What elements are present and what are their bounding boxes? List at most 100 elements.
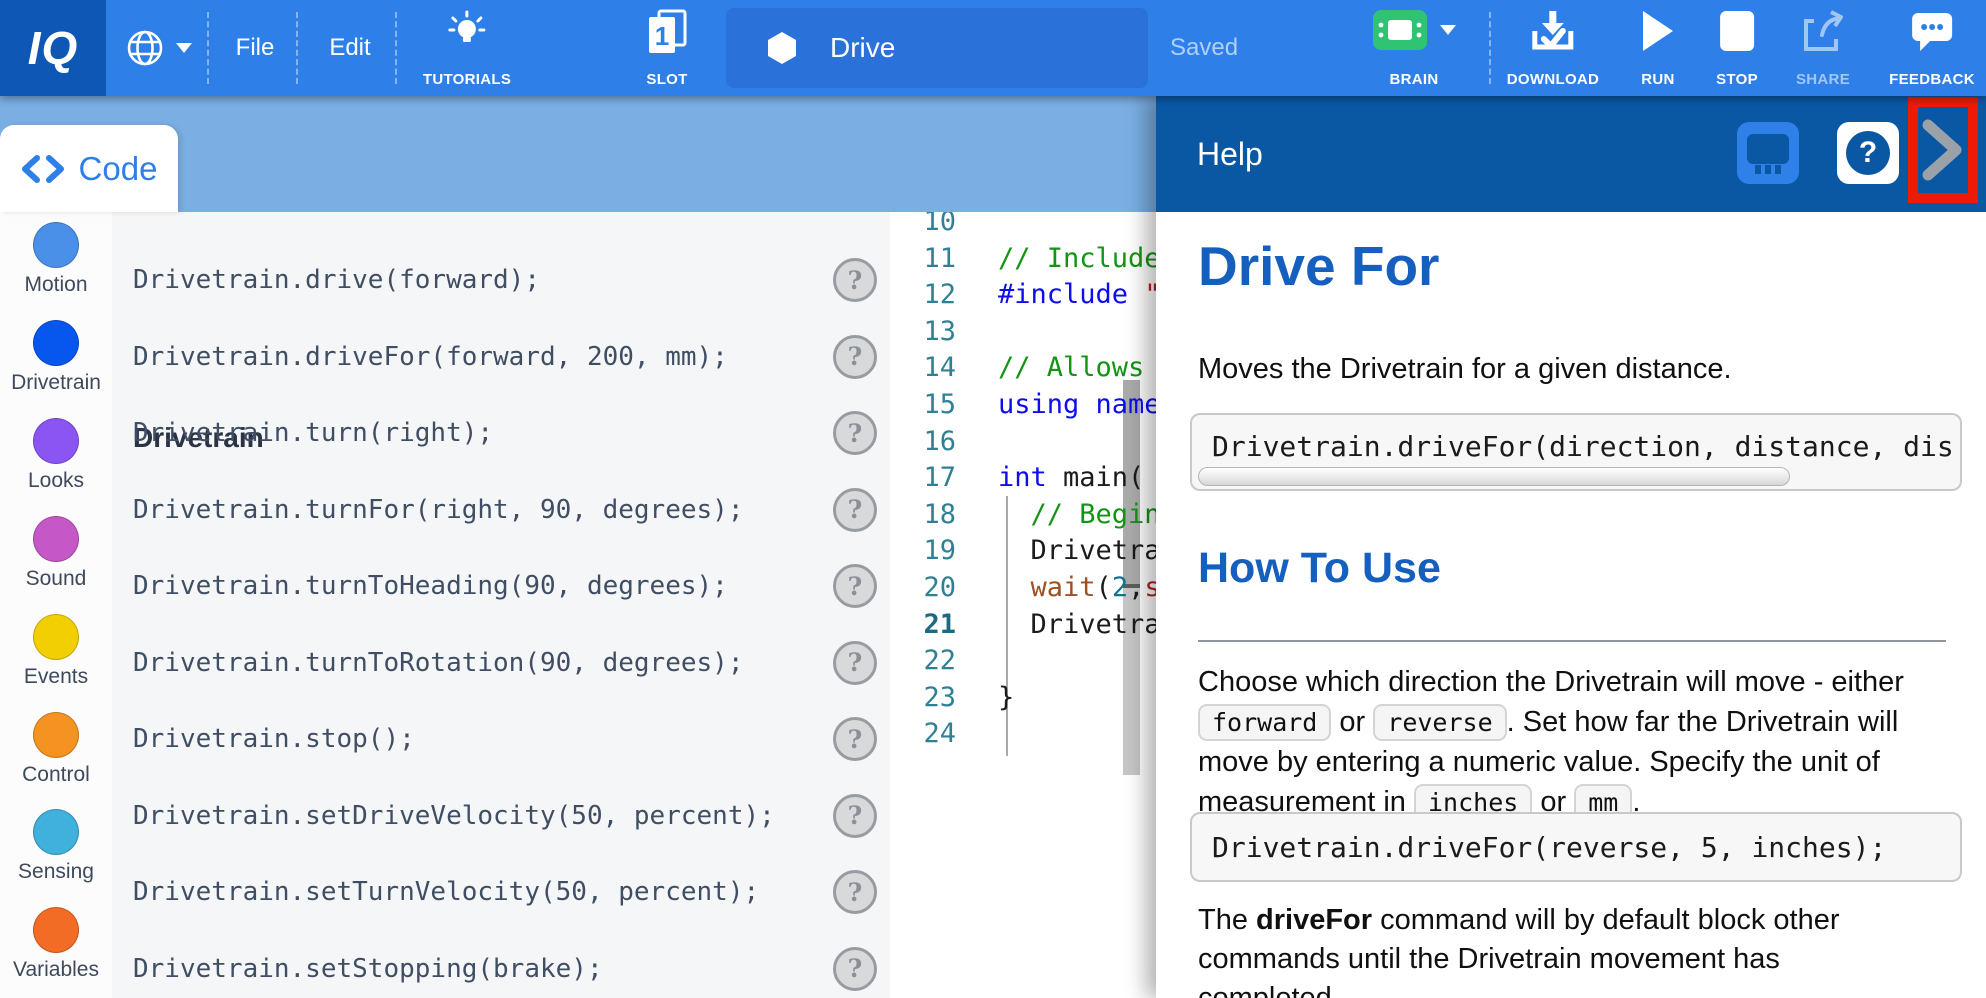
command-help-button[interactable]: ?	[833, 947, 877, 991]
chevron-down-icon	[176, 43, 192, 53]
slot-icon: 1	[645, 9, 689, 55]
help-title: Help	[1197, 96, 1263, 212]
download-icon	[1528, 9, 1578, 53]
toolbar-divider	[1489, 12, 1491, 84]
toolbar-divider	[395, 12, 397, 84]
line-code: int main(	[998, 462, 1144, 493]
collapse-panel-button[interactable]	[1922, 119, 1964, 181]
highlight-annotation	[1908, 97, 1978, 203]
code-brackets-icon	[21, 155, 65, 183]
category-color-dot	[33, 320, 79, 366]
editor-line: 23}	[890, 679, 1014, 716]
command-item[interactable]: Drivetrain.turn(right);	[133, 415, 493, 452]
line-code: wait(2,s	[998, 572, 1156, 603]
command-item[interactable]: Drivetrain.turnToRotation(90, degrees);	[133, 645, 743, 682]
command-help-button[interactable]: ?	[833, 794, 877, 838]
svg-text:1: 1	[655, 21, 669, 51]
file-menu[interactable]: File	[236, 0, 275, 96]
brain-button[interactable]: BRAIN	[1372, 0, 1456, 96]
line-number: 24	[890, 715, 956, 752]
feedback-icon	[1908, 9, 1956, 53]
line-code: Drivetra	[998, 609, 1156, 640]
command-item[interactable]: Drivetrain.setStopping(brake);	[133, 951, 603, 988]
run-button[interactable]: RUN	[1641, 0, 1675, 96]
command-help-button[interactable]: ?	[833, 488, 877, 532]
command-item[interactable]: Drivetrain.turnFor(right, 90, degrees);	[133, 492, 743, 529]
sidebar-item-motion[interactable]: Motion	[0, 222, 112, 297]
language-menu[interactable]	[124, 0, 192, 96]
sidebar-item-sensing[interactable]: Sensing	[0, 809, 112, 884]
globe-icon	[124, 27, 166, 69]
command-help-button[interactable]: ?	[833, 258, 877, 302]
edit-menu[interactable]: Edit	[329, 0, 370, 96]
sidebar-item-control[interactable]: Control	[0, 712, 112, 787]
editor-line: 21 Drivetra	[890, 606, 1156, 643]
line-number: 21	[890, 606, 956, 643]
category-label: Control	[0, 763, 112, 787]
editor-line: 12#include "	[890, 276, 1156, 313]
sidebar-item-events[interactable]: Events	[0, 614, 112, 689]
sidebar-item-looks[interactable]: Looks	[0, 418, 112, 493]
line-number: 23	[890, 679, 956, 716]
editor-line: 20 wait(2,s	[890, 569, 1156, 606]
line-code: }	[998, 682, 1014, 713]
line-number: 13	[890, 313, 956, 350]
sidebar-item-sound[interactable]: Sound	[0, 516, 112, 591]
slot-button[interactable]: 1 SLOT	[645, 0, 689, 96]
command-help-button[interactable]: ?	[833, 641, 877, 685]
line-number: 10	[890, 212, 956, 240]
sidebar-item-variables[interactable]: Variables	[0, 907, 112, 982]
feedback-button[interactable]: FEEDBACK	[1889, 0, 1975, 96]
horizontal-scrollbar-thumb[interactable]	[1198, 467, 1790, 486]
command-item[interactable]: Drivetrain.setDriveVelocity(50, percent)…	[133, 798, 775, 835]
command-list-panel: Drivetrain Drivetrain.drive(forward);?Dr…	[112, 212, 890, 998]
help-question-button[interactable]: ?	[1837, 122, 1899, 184]
command-item[interactable]: Drivetrain.drive(forward);	[133, 262, 540, 299]
share-button[interactable]: SHARE	[1796, 0, 1850, 96]
editor-line: 24	[890, 715, 998, 752]
help-content: Drive For Moves the Drivetrain for a giv…	[1156, 212, 1986, 998]
command-help-button[interactable]: ?	[833, 870, 877, 914]
lightbulb-icon	[444, 9, 490, 53]
line-number: 11	[890, 240, 956, 277]
brain-help-button[interactable]	[1737, 122, 1799, 184]
command-item[interactable]: Drivetrain.turnToHeading(90, degrees);	[133, 568, 728, 605]
editor-line: 15using name	[890, 386, 1156, 423]
tutorials-button[interactable]: TUTORIALS	[423, 0, 511, 96]
tab-code[interactable]: Code	[0, 125, 178, 212]
editor-line: 19 Drivetra	[890, 532, 1156, 569]
inline-code-chip: reverse	[1373, 704, 1506, 741]
command-item[interactable]: Drivetrain.driveFor(forward, 200, mm);	[133, 339, 728, 376]
category-label: Events	[0, 665, 112, 689]
command-help-button[interactable]: ?	[833, 564, 877, 608]
save-status: Saved	[1170, 0, 1238, 96]
line-number: 22	[890, 642, 956, 679]
line-number: 14	[890, 349, 956, 386]
category-color-dot	[33, 907, 79, 953]
code-editor[interactable]: 1011// Include12#include "1314// Allows1…	[890, 212, 1156, 998]
line-code: // Allows	[998, 352, 1144, 383]
iq-logo: IQ	[0, 0, 106, 96]
command-item[interactable]: Drivetrain.setTurnVelocity(50, percent);	[133, 874, 759, 911]
category-color-dot	[33, 614, 79, 660]
command-help-button[interactable]: ?	[833, 411, 877, 455]
category-color-dot	[33, 809, 79, 855]
line-number: 15	[890, 386, 956, 423]
sidebar-item-drivetrain[interactable]: Drivetrain	[0, 320, 112, 395]
category-label: Looks	[0, 469, 112, 493]
editor-line: 22	[890, 642, 998, 679]
command-item[interactable]: Drivetrain.stop();	[133, 721, 415, 758]
note-paragraph: The driveFor command will by default blo…	[1198, 901, 1924, 998]
command-help-button[interactable]: ?	[833, 717, 877, 761]
category-label: Sound	[0, 567, 112, 591]
command-help-button[interactable]: ?	[833, 335, 877, 379]
hexagon-icon	[768, 32, 796, 64]
project-name: Drive	[830, 32, 895, 64]
line-code: // Begin	[998, 499, 1156, 530]
top-toolbar: IQ File Edit	[0, 0, 1986, 96]
line-code: // Include	[998, 243, 1156, 274]
project-name-button[interactable]: Drive	[726, 8, 1148, 88]
download-button[interactable]: DOWNLOAD	[1507, 0, 1599, 96]
stop-button[interactable]: STOP	[1716, 0, 1758, 96]
toolbar-divider	[296, 12, 298, 84]
